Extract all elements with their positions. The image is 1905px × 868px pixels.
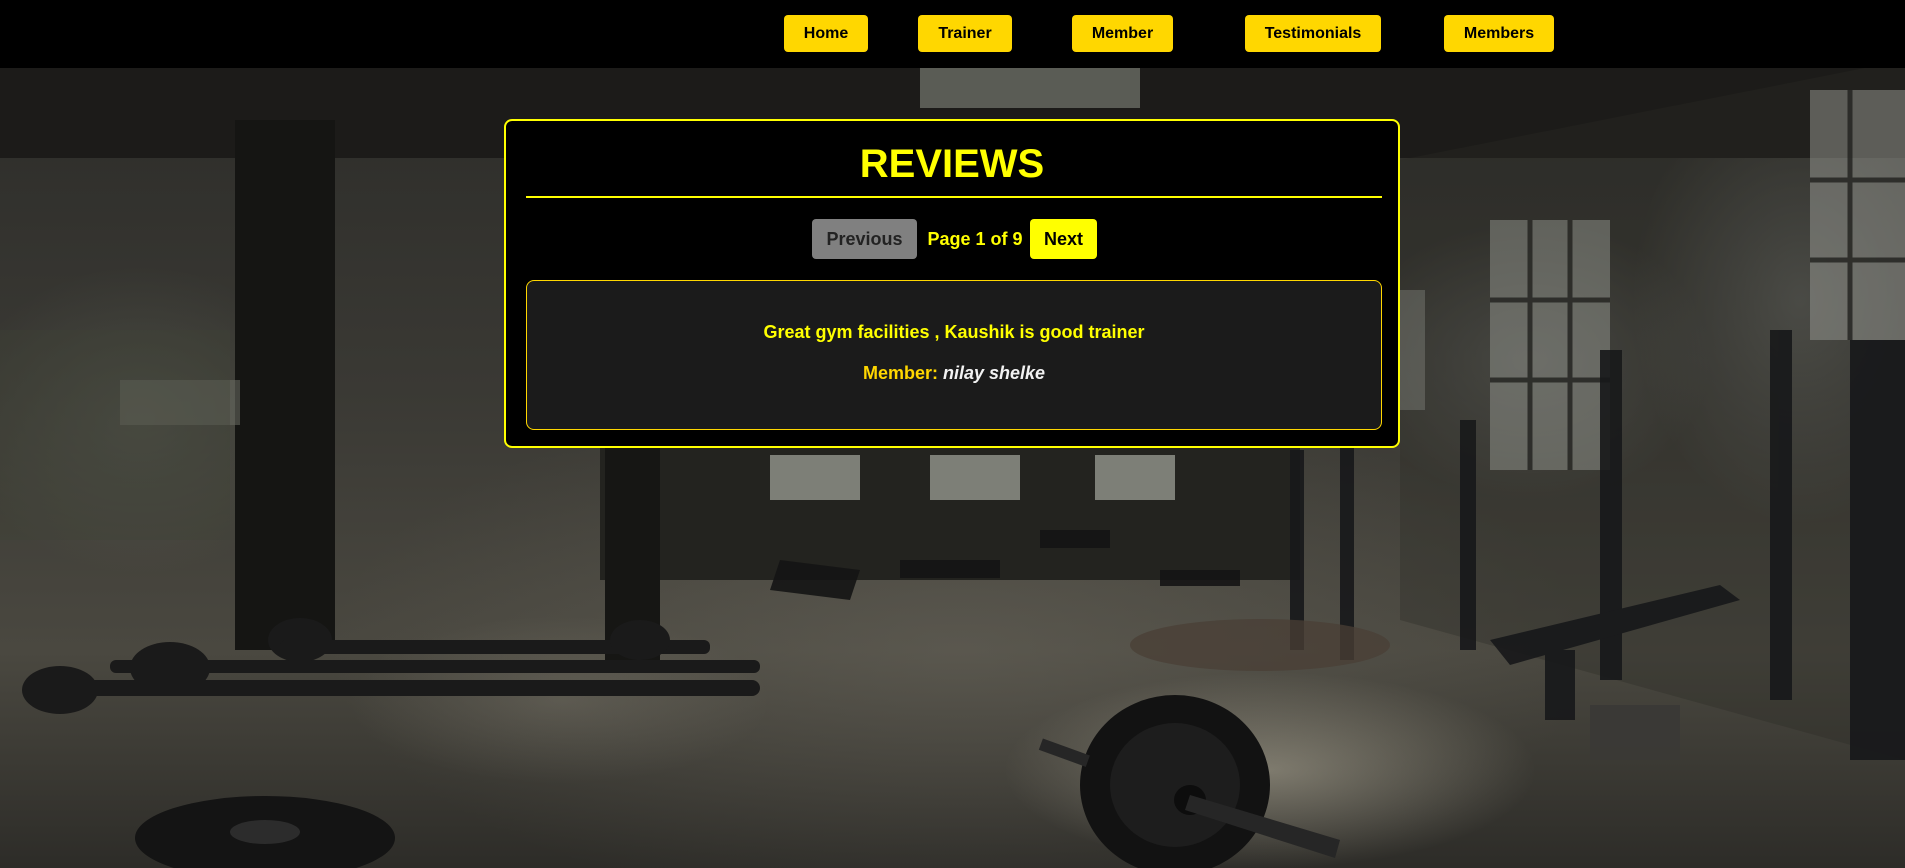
member-name: nilay shelke	[942, 363, 1046, 383]
review-member: Member: nilay shelke	[527, 362, 1381, 384]
title-divider	[526, 196, 1382, 198]
top-nav-bar: Home Trainer Member Testimonials Members	[0, 0, 1905, 68]
next-page-button[interactable]: Next	[1030, 219, 1097, 259]
nav-trainer-button[interactable]: Trainer	[918, 15, 1012, 52]
previous-page-button[interactable]: Previous	[812, 219, 917, 259]
nav-testimonials-button[interactable]: Testimonials	[1245, 15, 1381, 52]
member-label: Member:	[862, 363, 938, 383]
nav-home-button[interactable]: Home	[784, 15, 868, 52]
reviews-title: REVIEWS	[859, 142, 1045, 186]
nav-member-button[interactable]: Member	[1072, 15, 1173, 52]
review-text: Great gym facilities , Kaushik is good t…	[763, 322, 1145, 342]
nav-members-button[interactable]: Members	[1444, 15, 1554, 52]
page-indicator: Page 1 of 9	[927, 229, 1023, 249]
review-card: Great gym facilities , Kaushik is good t…	[526, 280, 1382, 430]
reviews-panel: REVIEWS Previous Page 1 of 9 Next Great …	[504, 119, 1400, 448]
